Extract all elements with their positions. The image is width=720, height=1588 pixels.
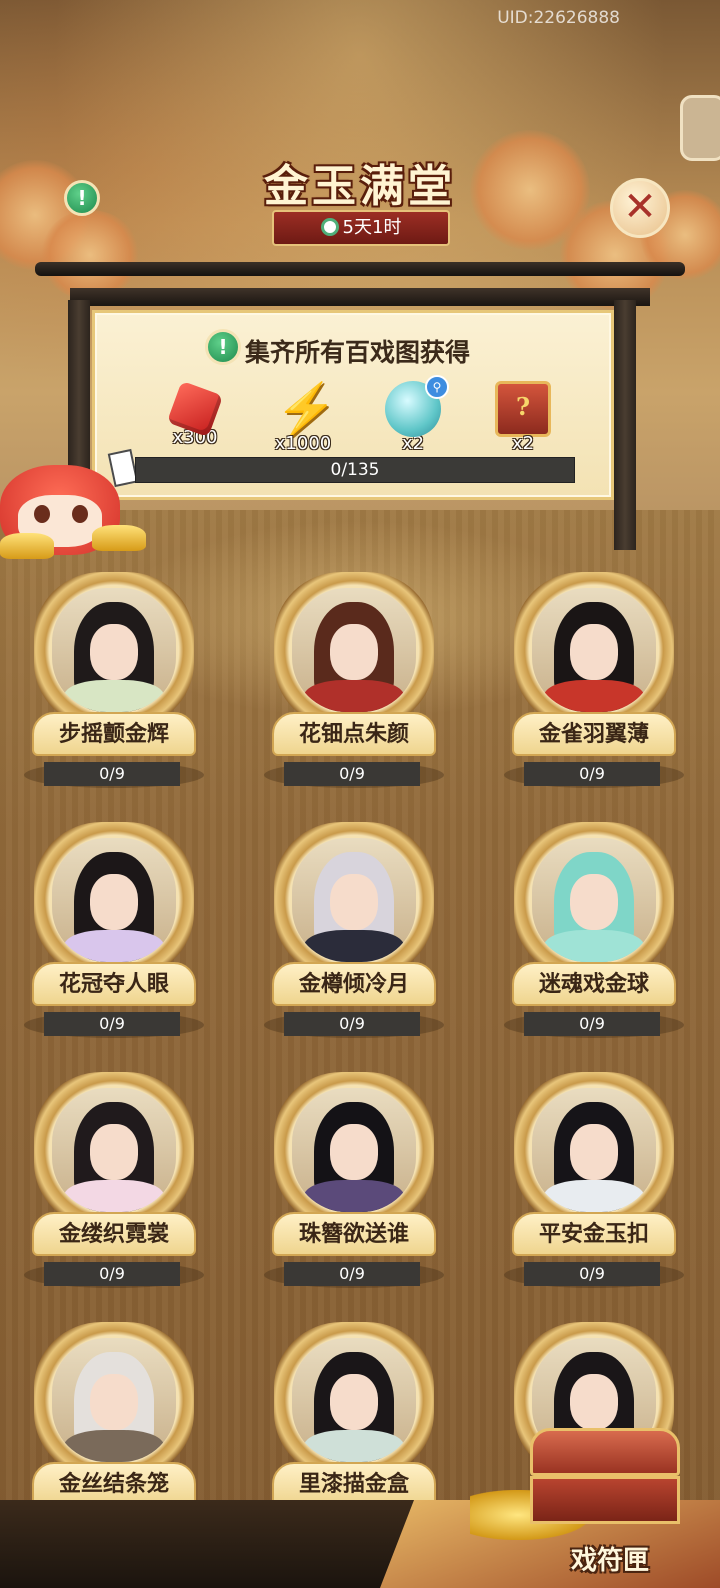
user-id: UID:22626888 (497, 8, 620, 28)
collection-card[interactable]: 珠簪欲送谁 0/9 (264, 1072, 444, 1302)
mystery-chest-icon: ? (495, 381, 551, 437)
collection-card[interactable]: 迷魂戏金球 0/9 (504, 822, 684, 1052)
card-progress: 0/9 (44, 1262, 180, 1286)
chest-label[interactable]: 戏符匣 (540, 1540, 680, 1577)
jade-orb-icon: ⚲ (385, 375, 449, 437)
character-portrait (292, 588, 416, 712)
reward-item[interactable]: ? x2 (483, 381, 563, 454)
gold-ingot (0, 533, 54, 559)
reward-item[interactable]: x300 (155, 380, 235, 448)
character-portrait (52, 588, 176, 712)
character-portrait (532, 588, 656, 712)
progress-text: 0/135 (330, 460, 380, 480)
card-progress: 0/9 (44, 762, 180, 786)
character-portrait (52, 1088, 176, 1212)
reward-item[interactable]: ⚲ x2 (373, 375, 453, 454)
collection-card[interactable]: 金缕织霓裳 0/9 (24, 1072, 204, 1302)
pillar-right (614, 300, 636, 550)
card-name: 金雀羽翼薄 (512, 712, 676, 756)
card-progress: 0/9 (284, 762, 420, 786)
collection-card[interactable]: 花钿点朱颜 0/9 (264, 572, 444, 802)
roof-beam (35, 262, 685, 276)
card-name: 平安金玉扣 (512, 1212, 676, 1256)
collection-card[interactable]: 步摇颤金辉 0/9 (24, 572, 204, 802)
card-name: 金樽倾冷月 (272, 962, 436, 1006)
peony-decoration (40, 210, 140, 300)
character-portrait (52, 1338, 176, 1462)
opera-charm-chest-button[interactable] (520, 1420, 690, 1530)
card-progress: 0/9 (284, 1262, 420, 1286)
collection-card[interactable]: 花冠夺人眼 0/9 (24, 822, 204, 1052)
character-portrait (292, 1338, 416, 1462)
event-title: 金玉满堂 (264, 161, 456, 212)
card-name: 迷魂戏金球 (512, 962, 676, 1006)
character-portrait (52, 838, 176, 962)
collection-card[interactable]: 平安金玉扣 0/9 (504, 1072, 684, 1302)
card-name: 步摇颤金辉 (32, 712, 196, 756)
card-name: 金缕织霓裳 (32, 1212, 196, 1256)
card-progress: 0/9 (44, 1012, 180, 1036)
card-progress: 0/9 (524, 1262, 660, 1286)
gold-ingot (92, 525, 146, 551)
collection-reward-panel: ! 集齐所有百戏图获得 x300 ⚡ x1000 ⚲ x2 ? x2 0/135 (92, 310, 614, 500)
collection-progress-bar: 0/135 (135, 457, 575, 483)
reward-panel-title: 集齐所有百戏图获得 (245, 338, 471, 367)
reward-count: x2 (511, 433, 535, 454)
roof-beam-lower (70, 288, 650, 306)
card-progress: 0/9 (524, 1012, 660, 1036)
card-name: 珠簪欲送谁 (272, 1212, 436, 1256)
card-progress: 0/9 (284, 1012, 420, 1036)
fox-mascot (0, 455, 146, 565)
clock-icon (320, 218, 339, 236)
card-progress: 0/9 (524, 762, 660, 786)
card-name: 花冠夺人眼 (32, 962, 196, 1006)
character-portrait (532, 1088, 656, 1212)
timer-text: 5天1时 (342, 217, 402, 238)
card-name: 花钿点朱颜 (272, 712, 436, 756)
collection-card[interactable]: 金樽倾冷月 0/9 (264, 822, 444, 1052)
reward-item[interactable]: ⚡ x1000 (263, 381, 343, 454)
character-portrait (292, 838, 416, 962)
lightning-bolt-icon: ⚡ (275, 380, 338, 438)
reward-count: x1000 (274, 433, 332, 454)
character-portrait (292, 1088, 416, 1212)
info-icon[interactable]: ! (205, 329, 241, 365)
character-portrait (532, 838, 656, 962)
magnifier-icon: ⚲ (425, 375, 449, 399)
collection-card[interactable]: 金雀羽翼薄 0/9 (504, 572, 684, 802)
event-timer: 5天1时 (272, 210, 450, 246)
